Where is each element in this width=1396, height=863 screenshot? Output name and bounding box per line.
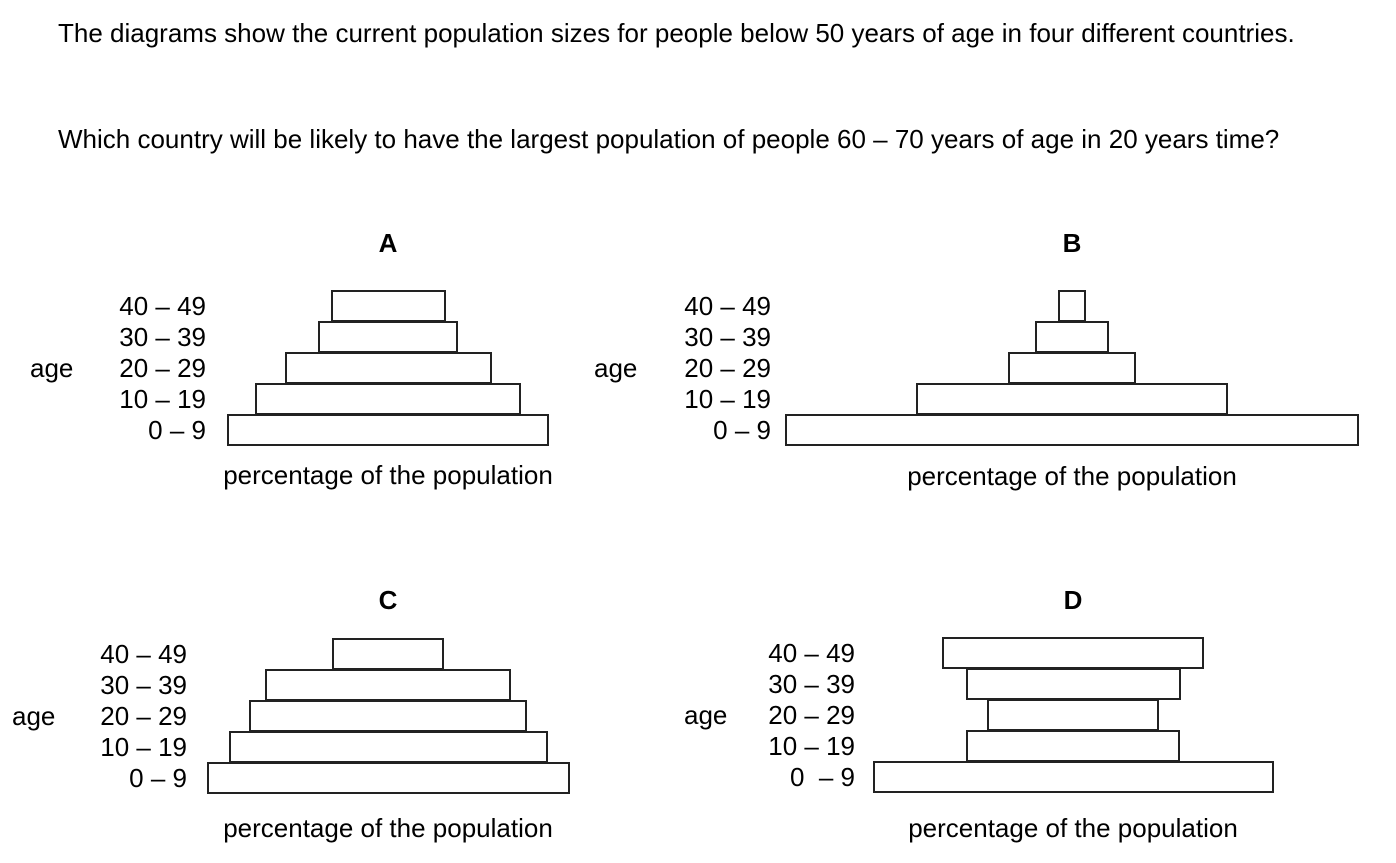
diagram-a-bar-2 (284, 352, 492, 384)
diagram-b-age-label: 30 – 39 (684, 322, 771, 352)
diagram-b-age-label: 20 – 29 (684, 353, 771, 383)
diagram-d-bar-3 (965, 668, 1181, 700)
diagram-a-xlabel: percentage of the population (223, 460, 553, 490)
diagram-c-age-label: 0 – 9 (129, 763, 187, 793)
diagram-c-age-label: 10 – 19 (100, 732, 187, 762)
diagram-d-ylabel: age (684, 700, 728, 730)
diagram-c-age-label: 30 – 39 (100, 670, 187, 700)
diagram-c-bar-3 (265, 669, 511, 701)
diagram-a-title: A (378, 228, 398, 258)
diagram-d-age-label: 40 – 49 (768, 638, 855, 668)
diagram-a-bar-4 (330, 290, 446, 322)
diagram-d-xlabel: percentage of the population (908, 813, 1238, 843)
diagram-c-bar-1 (228, 731, 548, 763)
diagram-c-xlabel: percentage of the population (223, 813, 553, 843)
diagram-b-bar-2 (1008, 352, 1136, 384)
diagram-b-xlabel: percentage of the population (907, 461, 1237, 491)
question-text-1: The diagrams show the current population… (58, 18, 1295, 48)
diagram-a-ylabel: age (30, 353, 74, 383)
diagram-d-bar-2 (987, 699, 1159, 731)
diagram-b-age-label: 0 – 9 (713, 415, 771, 445)
diagram-b-bar-1 (916, 383, 1228, 415)
diagram-a-age-label: 30 – 39 (119, 322, 206, 352)
diagram-c-bar-4 (332, 638, 444, 670)
diagram-c-bar-2 (249, 700, 527, 732)
diagram-a-age-label: 0 – 9 (148, 415, 206, 445)
question-text-2: Which country will be likely to have the… (58, 124, 1280, 154)
diagram-a-bar-3 (318, 321, 458, 353)
diagram-b-bar-3 (1035, 321, 1109, 353)
diagram-d-bar-4 (942, 637, 1204, 669)
diagram-d-bar-0 (872, 761, 1274, 793)
diagram-d-age-label: 10 – 19 (768, 731, 855, 761)
diagram-b-title: B (1062, 228, 1082, 258)
diagram-c-age-label: 40 – 49 (100, 639, 187, 669)
diagram-d-age-label: 20 – 29 (768, 700, 855, 730)
diagram-b-age-label: 40 – 49 (684, 291, 771, 321)
diagram-a-age-label: 40 – 49 (119, 291, 206, 321)
diagram-c-bar-0 (206, 762, 570, 794)
diagram-d-age-label: 0 – 9 (789, 762, 855, 792)
diagram-c-ylabel: age (12, 701, 56, 731)
diagram-b-bar-4 (1058, 290, 1086, 322)
diagram-a-bar-1 (255, 383, 521, 415)
diagram-d-age-label: 30 – 39 (768, 669, 855, 699)
diagram-d-bar-1 (966, 730, 1180, 762)
diagram-a-age-label: 10 – 19 (119, 384, 206, 414)
diagram-a-age-label: 20 – 29 (119, 353, 206, 383)
diagram-b-bar-0 (785, 414, 1359, 446)
diagram-c-title: C (378, 585, 398, 615)
diagram-b-ylabel: age (594, 353, 638, 383)
diagram-a-bar-0 (227, 414, 549, 446)
diagram-d-title: D (1063, 585, 1083, 615)
diagram-b-age-label: 10 – 19 (684, 384, 771, 414)
diagram-c-age-label: 20 – 29 (100, 701, 187, 731)
